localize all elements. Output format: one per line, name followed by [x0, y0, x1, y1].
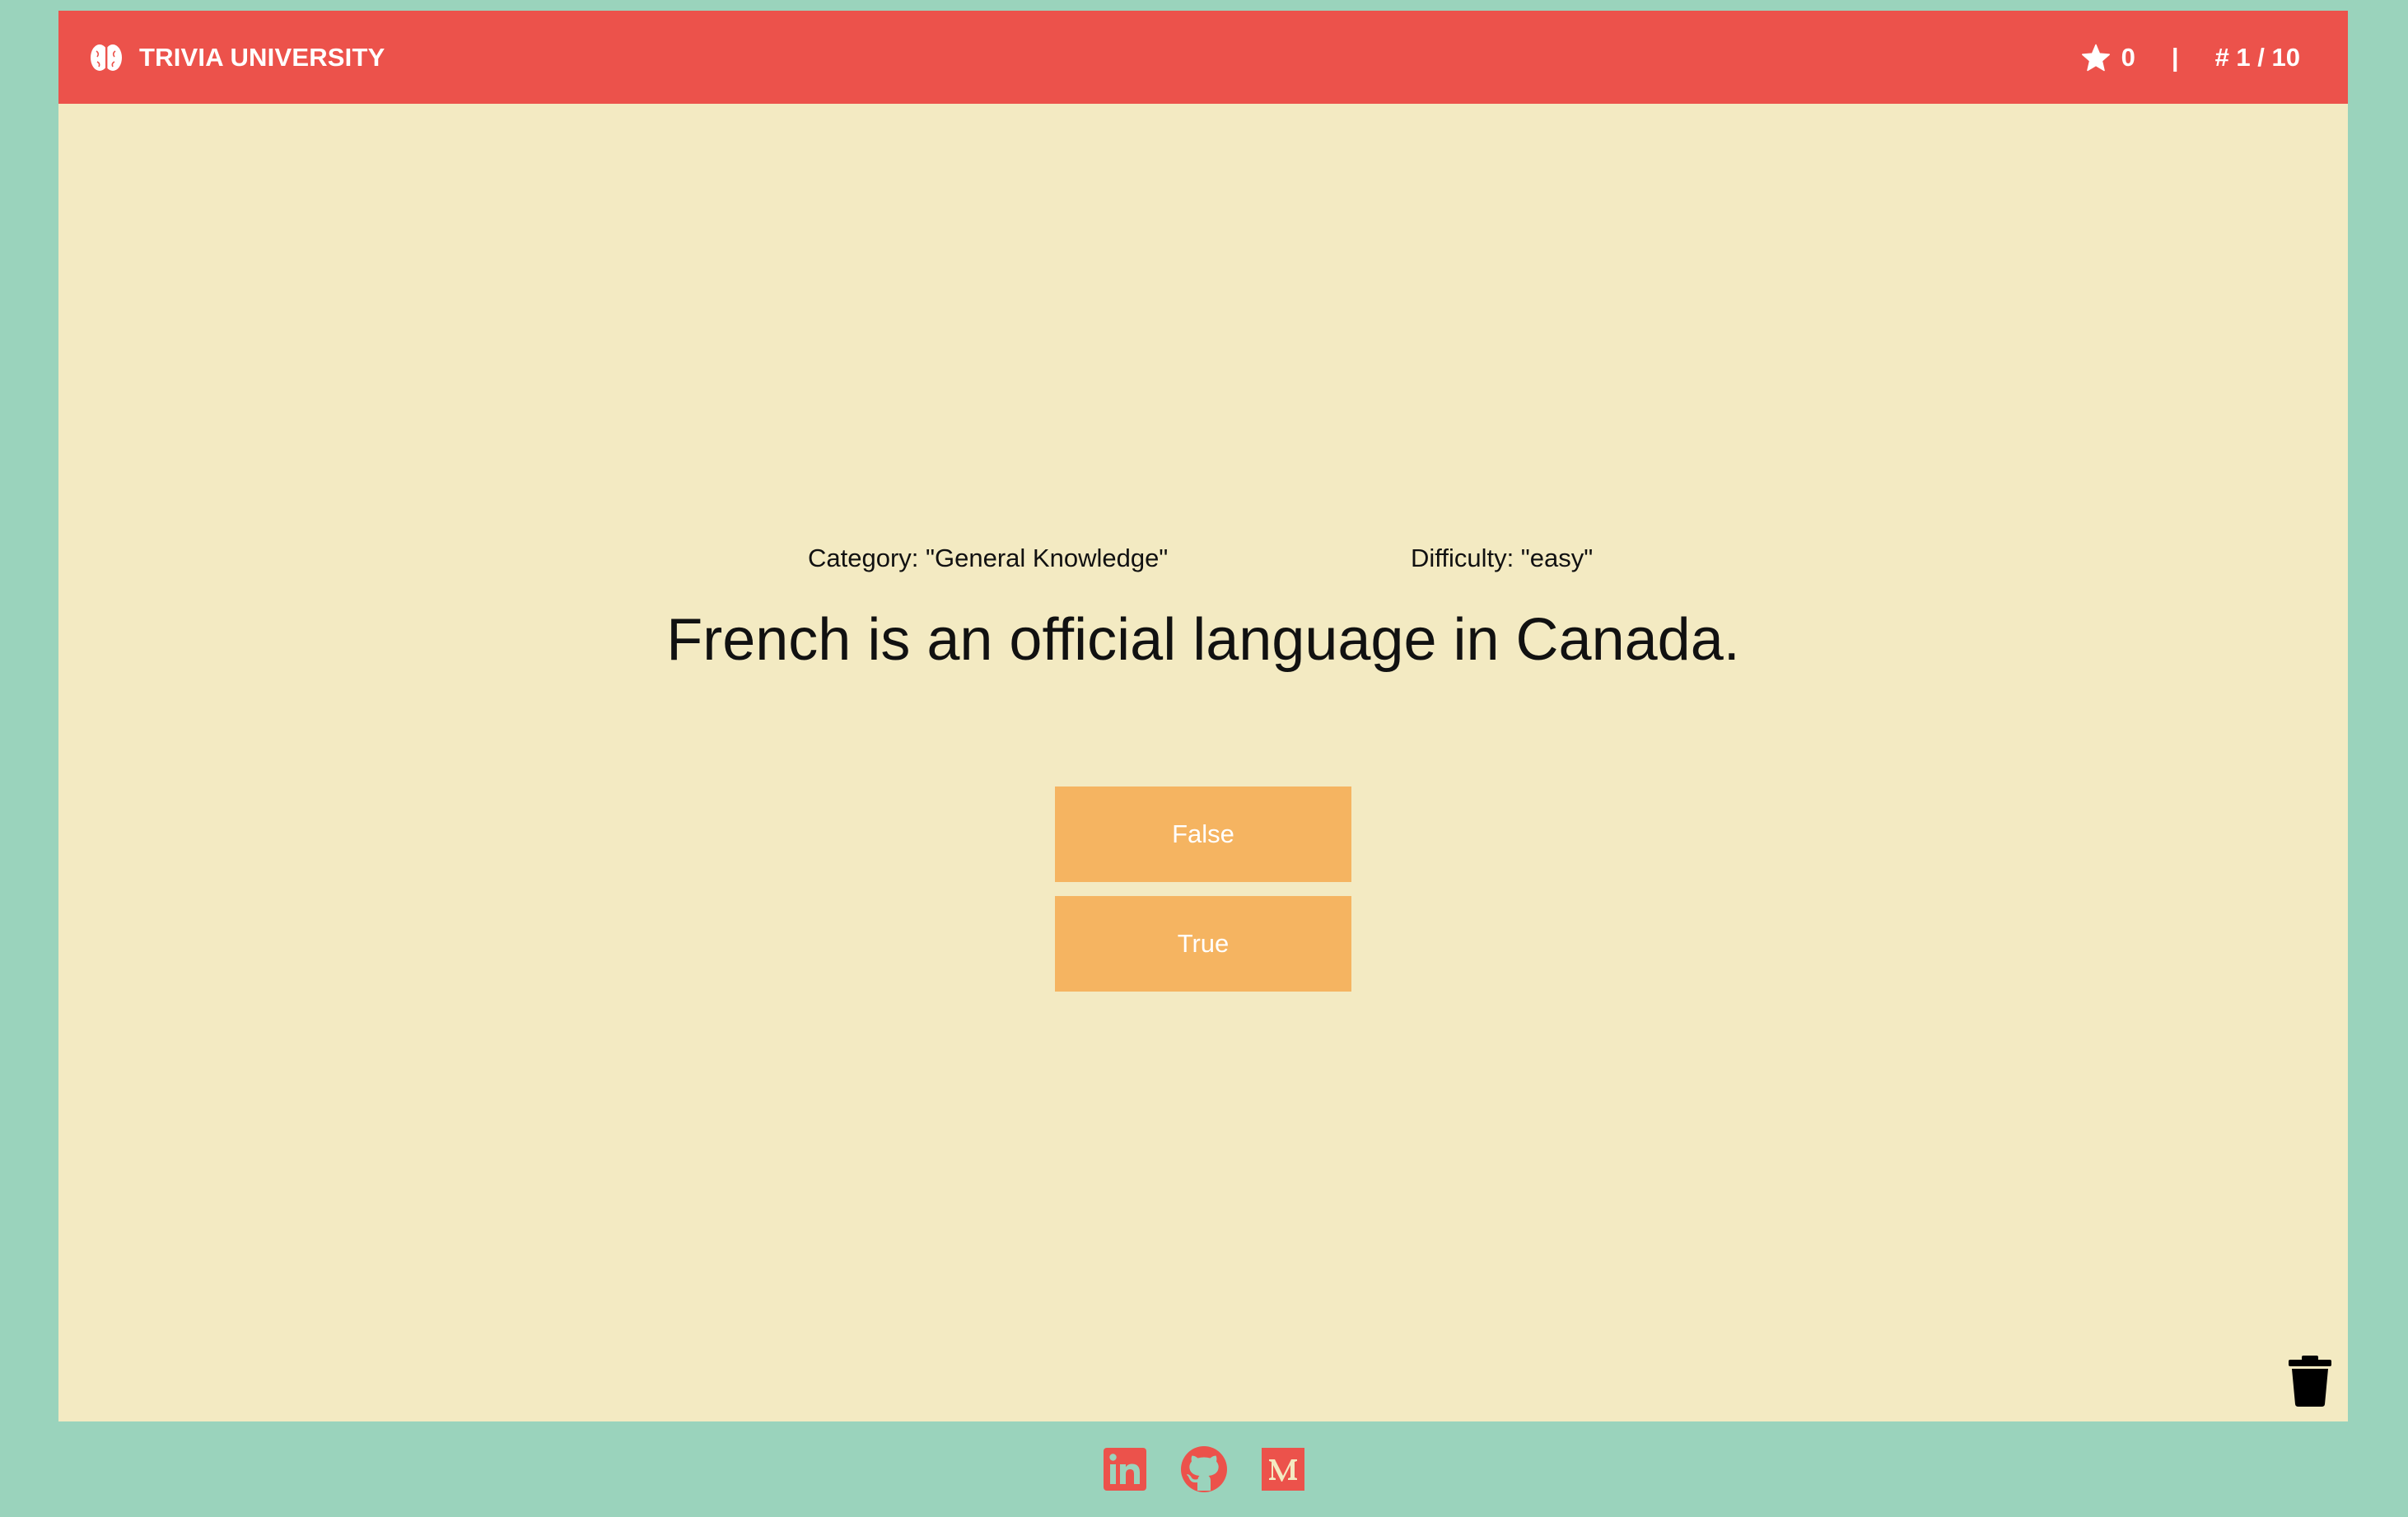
question-progress: # 1 / 10: [2214, 42, 2300, 72]
github-icon[interactable]: [1179, 1445, 1229, 1494]
answer-button-true[interactable]: True: [1055, 896, 1351, 992]
navbar: TRIVIA UNIVERSITY 0 | # 1 / 10: [58, 11, 2348, 104]
score-value: 0: [2121, 42, 2135, 72]
linkedin-icon[interactable]: [1100, 1445, 1150, 1494]
nav-status: 0 | # 1 / 10: [2081, 11, 2300, 104]
question-text: French is an official language in Canada…: [666, 607, 1740, 673]
question-category: Category: "General Knowledge": [808, 544, 1169, 572]
footer: [0, 1421, 2408, 1517]
star-icon: [2081, 44, 2111, 72]
trash-icon[interactable]: [2287, 1356, 2333, 1407]
app-title: TRIVIA UNIVERSITY: [139, 42, 385, 72]
brand[interactable]: TRIVIA UNIVERSITY: [90, 11, 385, 104]
app-card: TRIVIA UNIVERSITY 0 | # 1 / 10 Category:…: [58, 11, 2348, 1421]
answer-list: False True: [1055, 787, 1351, 1006]
separator: |: [2171, 42, 2179, 72]
answer-button-false[interactable]: False: [1055, 787, 1351, 882]
medium-icon[interactable]: [1258, 1445, 1308, 1494]
brain-icon: [90, 43, 123, 72]
quiz-area: Category: "General Knowledge" Difficulty…: [58, 104, 2348, 1421]
question-difficulty: Difficulty: "easy": [1411, 544, 1594, 572]
